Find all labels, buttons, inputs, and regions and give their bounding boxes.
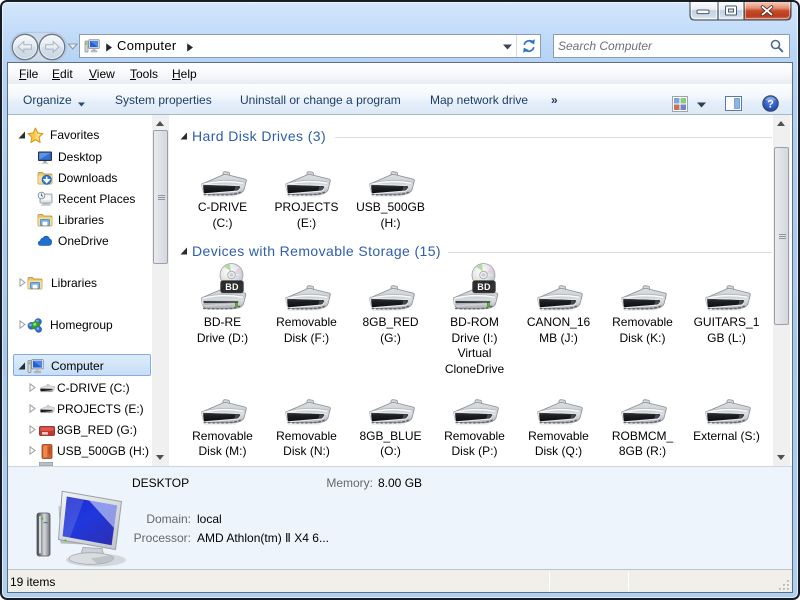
svg-text:?: ? <box>767 99 774 111</box>
